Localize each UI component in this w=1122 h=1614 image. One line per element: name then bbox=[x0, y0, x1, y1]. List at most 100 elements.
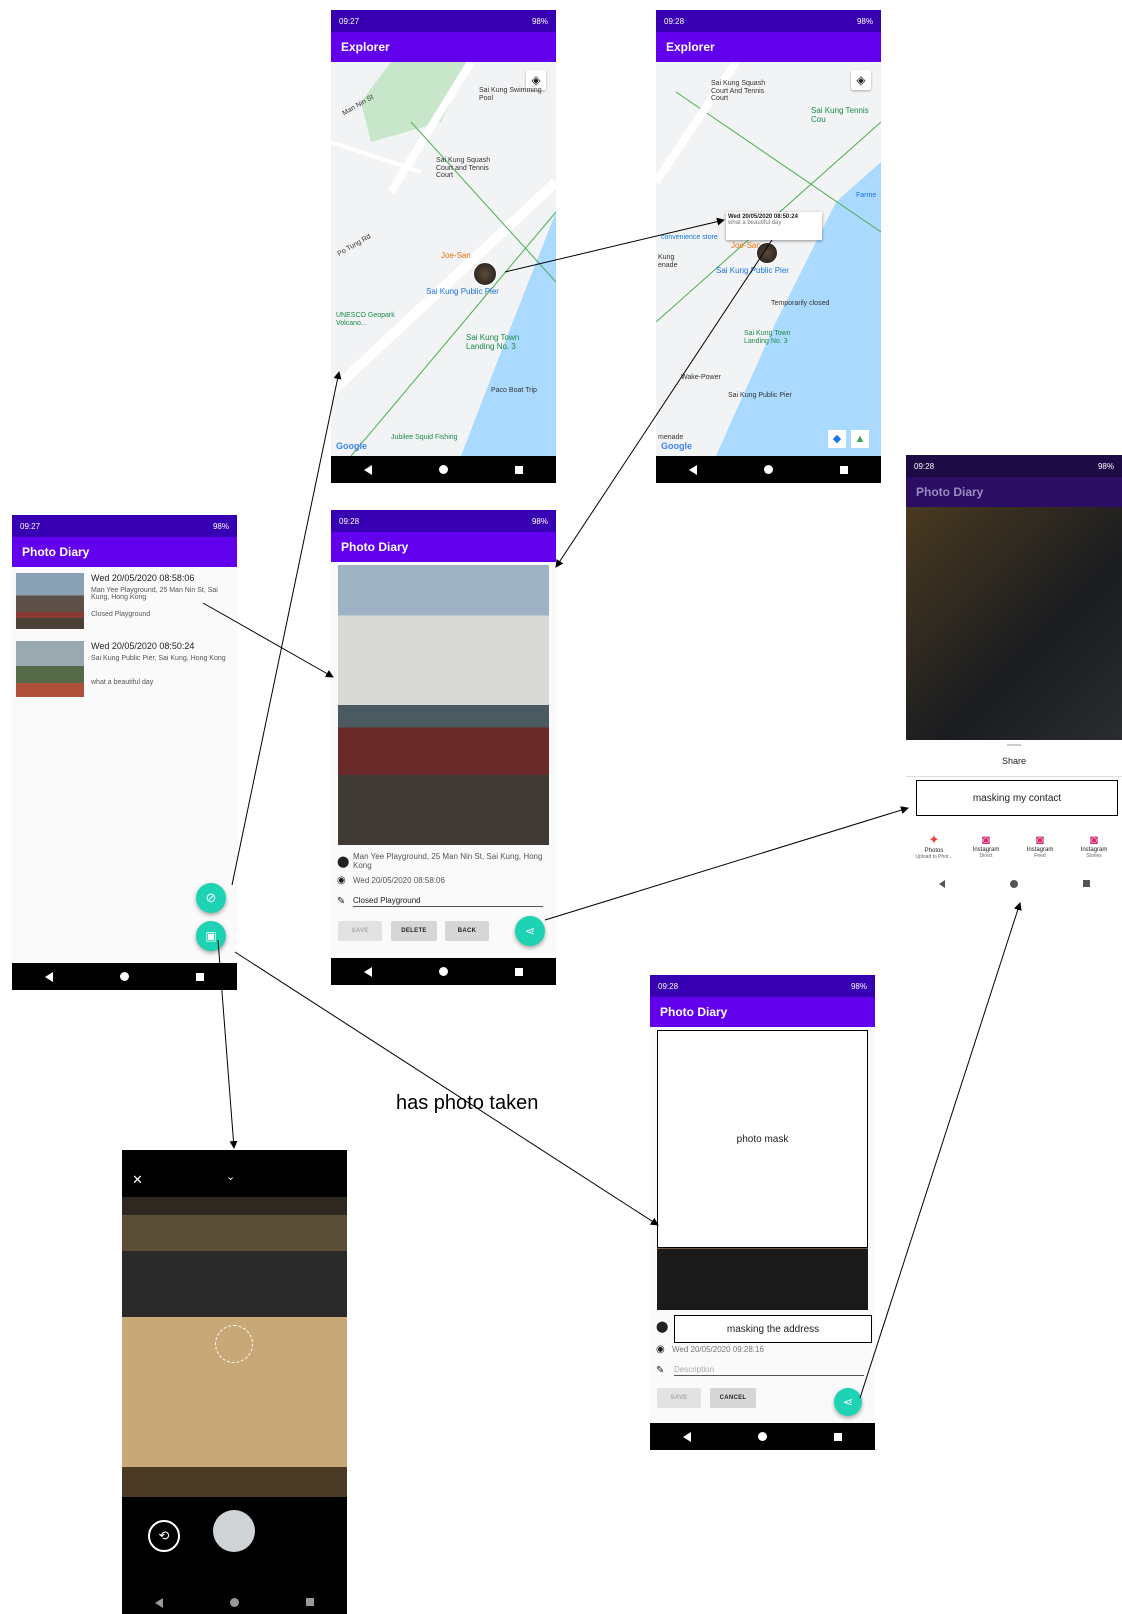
list-item[interactable]: Wed 20/05/2020 08:50:24 Sai Kung Public … bbox=[16, 641, 233, 703]
nav-recent-icon[interactable] bbox=[305, 1598, 314, 1606]
explore-map-button[interactable]: ⊘ bbox=[196, 883, 226, 913]
map-label-jubilee: Jubilee Squid Fishing bbox=[391, 434, 458, 441]
share-app[interactable]: ◙ Instagram Feed bbox=[1016, 832, 1064, 859]
nav-home-icon[interactable] bbox=[438, 967, 448, 976]
take-photo-button[interactable]: ▣ bbox=[196, 921, 226, 951]
map-label-pier-2: Sai Kung Public Pier bbox=[728, 392, 792, 399]
my-location-icon[interactable]: ◈ bbox=[851, 70, 871, 90]
status-bar: 09:28 98% bbox=[906, 455, 1122, 477]
back-button[interactable]: BACK bbox=[445, 921, 489, 941]
status-bar: 09:27 98% bbox=[12, 515, 237, 537]
map-label-pier: Sai Kung Public Pier bbox=[426, 287, 499, 296]
pencil-icon: ✎ bbox=[337, 896, 346, 907]
map-label-swimming: Sai Kung Swimming Pool bbox=[479, 87, 542, 102]
watch-icon: ◉ bbox=[337, 875, 346, 886]
nav-back-icon[interactable] bbox=[155, 1598, 164, 1608]
description-input[interactable]: Description bbox=[674, 1365, 864, 1376]
app-bar: Photo Diary bbox=[12, 537, 237, 567]
share-app[interactable]: ◙ Instagram Direct bbox=[962, 832, 1010, 859]
map-label-wake: Wake-Power bbox=[681, 374, 721, 381]
share-title: Share bbox=[1001, 756, 1027, 766]
info-window[interactable]: Wed 20/05/2020 08:50:24 what a beautiful… bbox=[726, 212, 822, 240]
camera-nav bbox=[122, 1598, 347, 1608]
status-bar: 09:28 98% bbox=[656, 10, 881, 32]
app-bar: Photo Diary bbox=[331, 532, 556, 562]
share-button[interactable]: ⋖ bbox=[834, 1388, 862, 1416]
map-view[interactable]: ◈ Sai Kung Swimming Pool Sai Kung Squash… bbox=[331, 62, 556, 456]
save-button[interactable]: SAVE bbox=[338, 921, 382, 941]
description-field[interactable]: Closed Playground bbox=[353, 896, 543, 907]
nav-recent-icon[interactable] bbox=[833, 1432, 842, 1441]
nav-back-icon[interactable] bbox=[689, 464, 698, 475]
instagram-icon: ◙ bbox=[1036, 832, 1044, 847]
nav-recent-icon[interactable] bbox=[839, 465, 848, 474]
list-thumbnail bbox=[16, 641, 84, 697]
watch-icon: ◉ bbox=[656, 1344, 665, 1355]
cancel-button[interactable]: CANCEL bbox=[710, 1388, 756, 1408]
share-button[interactable]: ⋖ bbox=[515, 916, 545, 946]
masking-address-box: masking the address bbox=[674, 1315, 872, 1343]
new-date: Wed 20/05/2020 09:28:16 bbox=[672, 1345, 764, 1354]
nav-bar bbox=[331, 958, 556, 985]
nav-back-icon[interactable] bbox=[364, 464, 373, 475]
nav-recent-icon[interactable] bbox=[195, 972, 204, 981]
map-label-unesco: UNESCO Geopark Volcano... bbox=[336, 312, 395, 327]
close-icon[interactable]: ✕ bbox=[132, 1172, 143, 1188]
photo-marker[interactable] bbox=[473, 262, 497, 286]
battery-level: 98% bbox=[531, 16, 548, 26]
list-item-date: Wed 20/05/2020 08:58:06 bbox=[91, 573, 195, 583]
app-bar: Photo Diary bbox=[650, 997, 875, 1027]
status-time: 09:28 bbox=[339, 516, 360, 526]
map-label-joe-san: Joe-San bbox=[441, 251, 471, 260]
battery-level: 98% bbox=[856, 16, 873, 26]
nav-home-icon[interactable] bbox=[1009, 880, 1018, 888]
detail-photo bbox=[338, 565, 549, 845]
explorer-screen-1: 09:27 98% Explorer ◈ Sai Kung Swimming P… bbox=[331, 10, 556, 483]
nav-home-icon[interactable] bbox=[229, 1598, 239, 1607]
has-photo-caption: has photo taken bbox=[396, 1092, 539, 1114]
delete-button[interactable]: DELETE bbox=[391, 921, 437, 941]
share-app[interactable]: ✦ Photos Upload to Phot... bbox=[910, 832, 958, 860]
share-icon: ⋖ bbox=[524, 924, 536, 938]
list-item-desc: what a beautiful day bbox=[91, 679, 154, 686]
nav-home-icon[interactable] bbox=[119, 972, 129, 981]
battery-level: 98% bbox=[212, 521, 229, 531]
explorer-screen-2: 09:28 98% Explorer ◈ Sai Kung Squash Cou… bbox=[656, 10, 881, 483]
chevron-down-icon[interactable]: ⌄ bbox=[226, 1170, 235, 1183]
map-view[interactable]: ◈ Sai Kung Squash Court And Tennis Court… bbox=[656, 62, 881, 456]
photo-marker[interactable] bbox=[756, 242, 778, 264]
nav-bar bbox=[331, 456, 556, 483]
share-divider bbox=[906, 776, 1122, 777]
camera-screen: ✕ ⌄ ⟲ bbox=[122, 1150, 347, 1614]
map-label-temp-closed: Temporarily closed bbox=[771, 300, 830, 307]
directions-icon[interactable]: ◆ bbox=[828, 430, 846, 448]
nav-bar bbox=[650, 1423, 875, 1450]
app-title: Photo Diary bbox=[660, 1005, 728, 1019]
nav-back-icon[interactable] bbox=[683, 1431, 692, 1442]
nav-home-icon[interactable] bbox=[763, 465, 773, 474]
nav-recent-icon[interactable] bbox=[514, 465, 523, 474]
nav-recent-icon[interactable] bbox=[514, 967, 523, 976]
switch-camera-icon[interactable]: ⟲ bbox=[148, 1520, 180, 1552]
nav-home-icon[interactable] bbox=[757, 1432, 767, 1441]
list-item-address: Man Yee Playground, 25 Man Nin St, Sai K… bbox=[91, 587, 218, 601]
nav-back-icon[interactable] bbox=[938, 880, 945, 888]
nav-back-icon[interactable] bbox=[45, 971, 54, 982]
nav-recent-icon[interactable] bbox=[1082, 880, 1090, 887]
shutter-button[interactable] bbox=[213, 1510, 255, 1552]
battery-level: 98% bbox=[1097, 461, 1114, 471]
share-app[interactable]: ◙ Instagram Stories bbox=[1070, 832, 1118, 859]
map-label-paco: Paco Boat Trip bbox=[491, 387, 537, 394]
save-button[interactable]: SAVE bbox=[657, 1388, 701, 1408]
status-time: 09:28 bbox=[914, 461, 935, 471]
nav-home-icon[interactable] bbox=[438, 465, 448, 474]
share-app-sub: Upload to Phot... bbox=[915, 854, 953, 860]
status-bar: 09:27 98% bbox=[331, 10, 556, 32]
app-title: Photo Diary bbox=[341, 540, 409, 554]
list-item-desc: Closed Playground bbox=[91, 611, 151, 618]
info-window-desc: what a beautiful day bbox=[728, 220, 782, 226]
list-item[interactable]: Wed 20/05/2020 08:58:06 Man Yee Playgrou… bbox=[16, 573, 233, 635]
nav-back-icon[interactable] bbox=[364, 966, 373, 977]
google-maps-icon[interactable]: ▲ bbox=[851, 430, 869, 448]
location-pin-icon: ⬤ bbox=[656, 1321, 669, 1333]
